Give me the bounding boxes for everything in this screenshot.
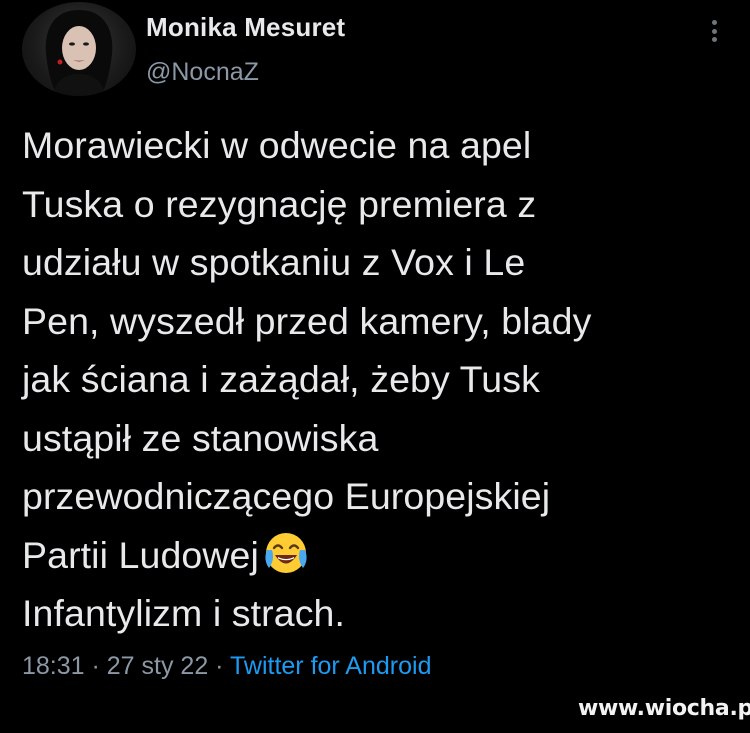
- tweet-time[interactable]: 18:31: [22, 652, 85, 680]
- meta-separator: ·: [208, 652, 230, 680]
- tweet-line-with-emoji: Partii Ludowej: [22, 526, 737, 585]
- avatar[interactable]: [22, 2, 136, 96]
- tweet-date[interactable]: 27 sty 22: [107, 652, 208, 680]
- tweet-source-link[interactable]: Twitter for Android: [230, 652, 431, 680]
- tweet-line: ustąpił ze stanowiska: [22, 416, 379, 459]
- dot: [711, 37, 717, 42]
- tweet-line: udziału w spotkaniu z Vox i Le: [22, 241, 526, 283]
- dot: [711, 28, 717, 34]
- profile-photo-icon: [45, 10, 113, 96]
- author-handle[interactable]: @NocnaZ: [146, 58, 259, 87]
- meta-separator: ·: [84, 652, 107, 680]
- tweet: Monika Mesuret @NocnaZ Morawiecki w odwe…: [0, 0, 750, 733]
- face-with-tears-of-joy-icon: [263, 530, 309, 576]
- watermark: www.wiocha.pl: [578, 696, 750, 721]
- tweet-text: Morawiecki w odwecie na apel Tuska o rez…: [22, 116, 737, 643]
- tweet-line: Morawiecki w odwecie na apel: [22, 124, 532, 166]
- tweet-line: Tuska o rezygnację premiera z: [22, 182, 537, 225]
- vertical-ellipsis-icon[interactable]: [704, 16, 724, 46]
- tweet-line: jak ściana i zażądał, żeby Tusk: [22, 358, 540, 400]
- tweet-line: Pen, wyszedł przed kamery, blady: [22, 299, 592, 342]
- dot: [711, 20, 717, 25]
- tweet-line: przewodniczącego Europejskiej: [22, 475, 551, 517]
- tweet-line: Partii Ludowej: [22, 533, 259, 576]
- tweet-meta: 18:31 · 27 sty 22 · Twitter for Android: [22, 652, 431, 681]
- tweet-line: Infantylizm i strach.: [22, 592, 346, 634]
- author-display-name[interactable]: Monika Mesuret: [146, 12, 345, 43]
